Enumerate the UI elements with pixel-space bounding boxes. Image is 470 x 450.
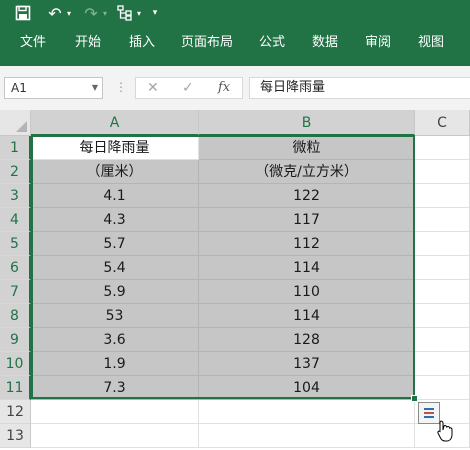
redo-icon[interactable]: ↷ xyxy=(82,4,100,23)
tree-dropdown-icon[interactable]: ▾ xyxy=(135,4,143,22)
row-header-12[interactable]: 12 xyxy=(0,400,31,424)
cancel-icon[interactable]: ✕ xyxy=(147,78,159,98)
cell-b2[interactable]: （微克/立方米） xyxy=(199,160,415,184)
worksheet-grid[interactable]: A B C 1 每日降雨量 微粒 2 （厘米） （微克/立方米） 3 4.1 122 4 4.3 117 5 5… xyxy=(0,110,470,450)
tab-insert[interactable]: 插入 xyxy=(128,26,156,60)
save-icon[interactable] xyxy=(14,4,32,22)
tab-file[interactable]: 文件 xyxy=(20,26,46,60)
row-header-3[interactable]: 3 xyxy=(0,184,31,208)
cell-b12[interactable] xyxy=(199,400,415,424)
cell-a2[interactable]: （厘米） xyxy=(31,160,199,184)
cell-c4[interactable] xyxy=(415,208,470,232)
cell-b8[interactable]: 114 xyxy=(199,304,415,328)
fill-handle[interactable] xyxy=(411,395,418,402)
row-header-1[interactable]: 1 xyxy=(0,136,31,160)
cell-a5[interactable]: 5.7 xyxy=(31,232,199,256)
cell-a10[interactable]: 1.9 xyxy=(31,352,199,376)
cell-c9[interactable] xyxy=(415,328,470,352)
customize-icon[interactable]: ▾ xyxy=(150,4,160,22)
cursor-icon xyxy=(437,420,453,442)
cell-b13[interactable] xyxy=(199,424,415,448)
cell-b6[interactable]: 114 xyxy=(199,256,415,280)
cell-b7[interactable]: 110 xyxy=(199,280,415,304)
tab-data[interactable]: 数据 xyxy=(311,26,339,60)
row-header-8[interactable]: 8 xyxy=(0,304,31,328)
cell-b5[interactable]: 112 xyxy=(199,232,415,256)
formula-buttons: ✕ ✓ fx xyxy=(135,77,243,99)
cell-c6[interactable] xyxy=(415,256,470,280)
column-header-a[interactable]: A xyxy=(31,110,199,136)
cell-a12[interactable] xyxy=(31,400,199,424)
cell-a6[interactable]: 5.4 xyxy=(31,256,199,280)
cell-c10[interactable] xyxy=(415,352,470,376)
tab-page-layout[interactable]: 页面布局 xyxy=(181,26,233,60)
cell-c11[interactable] xyxy=(415,376,470,400)
tab-home[interactable]: 开始 xyxy=(74,26,102,60)
cell-c1[interactable] xyxy=(415,136,470,160)
row-header-2[interactable]: 2 xyxy=(0,160,31,184)
row-header-7[interactable]: 7 xyxy=(0,280,31,304)
name-box-value: A1 xyxy=(11,81,27,95)
cell-b3[interactable]: 122 xyxy=(199,184,415,208)
enter-icon[interactable]: ✓ xyxy=(182,78,194,98)
cell-c7[interactable] xyxy=(415,280,470,304)
cell-a8[interactable]: 53 xyxy=(31,304,199,328)
ribbon-tabs: 文件 开始 插入 页面布局 公式 数据 审阅 视图 xyxy=(0,26,470,66)
fx-icon[interactable]: fx xyxy=(218,78,230,98)
row-header-6[interactable]: 6 xyxy=(0,256,31,280)
tab-view[interactable]: 视图 xyxy=(417,26,445,60)
row-header-4[interactable]: 4 xyxy=(0,208,31,232)
row-header-10[interactable]: 10 xyxy=(0,352,31,376)
row-header-5[interactable]: 5 xyxy=(0,232,31,256)
formula-bar-grip-icon[interactable]: ⋮ xyxy=(115,80,127,94)
tab-review[interactable]: 审阅 xyxy=(364,26,392,60)
cell-a4[interactable]: 4.3 xyxy=(31,208,199,232)
name-box-dropdown-icon[interactable]: ▼ xyxy=(92,78,98,98)
undo-icon[interactable]: ↶ xyxy=(46,4,64,23)
tab-formulas[interactable]: 公式 xyxy=(258,26,286,60)
cell-a9[interactable]: 3.6 xyxy=(31,328,199,352)
cell-c2[interactable] xyxy=(415,160,470,184)
formula-bar: A1 ▼ ⋮ ✕ ✓ fx 每日降雨量 xyxy=(0,66,470,111)
cell-a3[interactable]: 4.1 xyxy=(31,184,199,208)
cell-a1[interactable]: 每日降雨量 xyxy=(31,136,199,160)
cell-b10[interactable]: 137 xyxy=(199,352,415,376)
select-all-button[interactable] xyxy=(0,110,31,136)
row-header-13[interactable]: 13 xyxy=(0,424,31,448)
cell-c3[interactable] xyxy=(415,184,470,208)
cell-b11[interactable]: 104 xyxy=(199,376,415,400)
redo-dropdown-icon[interactable]: ▾ xyxy=(101,4,109,22)
column-header-b[interactable]: B xyxy=(199,110,415,136)
cell-c5[interactable] xyxy=(415,232,470,256)
quick-access-toolbar: ↶ ▾ ↷ ▾ ▾ ▾ xyxy=(0,0,470,26)
cell-c8[interactable] xyxy=(415,304,470,328)
undo-dropdown-icon[interactable]: ▾ xyxy=(65,4,73,22)
row-header-9[interactable]: 9 xyxy=(0,328,31,352)
row-header-11[interactable]: 11 xyxy=(0,376,31,400)
cell-a11[interactable]: 7.3 xyxy=(31,376,199,400)
column-header-c[interactable]: C xyxy=(415,110,470,136)
formula-input[interactable]: 每日降雨量 xyxy=(249,77,470,99)
cell-a13[interactable] xyxy=(31,424,199,448)
cell-b9[interactable]: 128 xyxy=(199,328,415,352)
cell-a7[interactable]: 5.9 xyxy=(31,280,199,304)
name-box[interactable]: A1 ▼ xyxy=(4,77,103,99)
cell-b4[interactable]: 117 xyxy=(199,208,415,232)
tree-icon[interactable] xyxy=(116,4,134,22)
cell-b1[interactable]: 微粒 xyxy=(199,136,415,160)
